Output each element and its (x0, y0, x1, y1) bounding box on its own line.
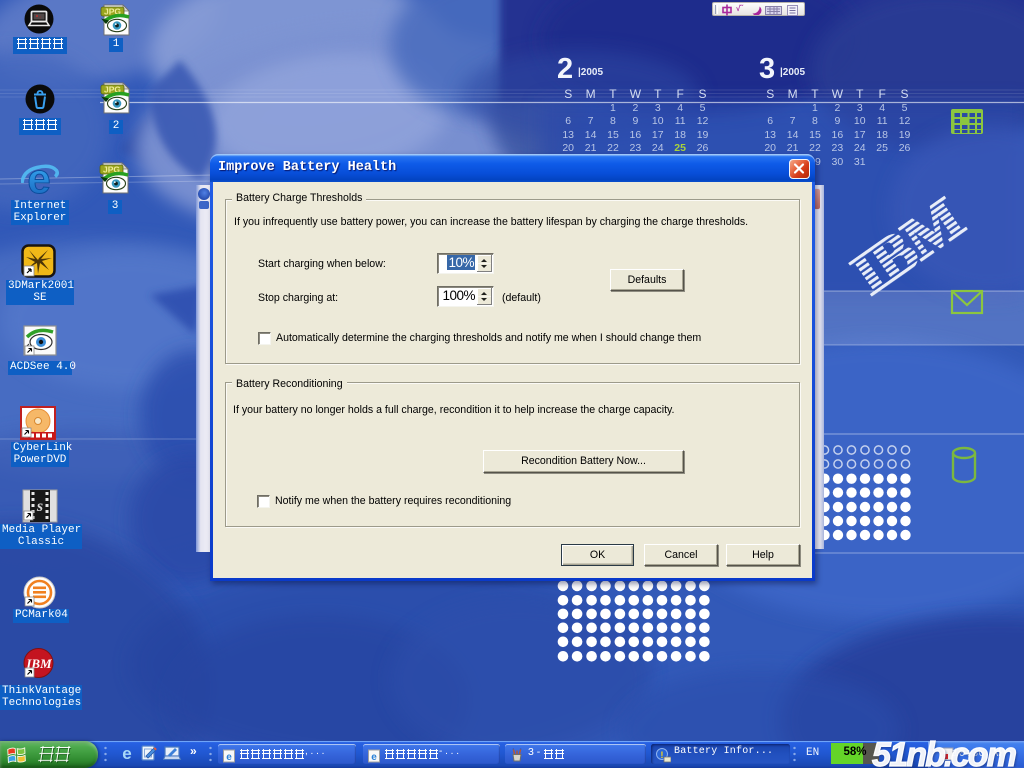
svg-text:e: e (122, 744, 131, 763)
svg-text:!: ! (660, 750, 663, 761)
svg-text:e: e (371, 752, 377, 763)
svg-text:e: e (226, 752, 232, 763)
svg-text:s: s (36, 498, 43, 515)
